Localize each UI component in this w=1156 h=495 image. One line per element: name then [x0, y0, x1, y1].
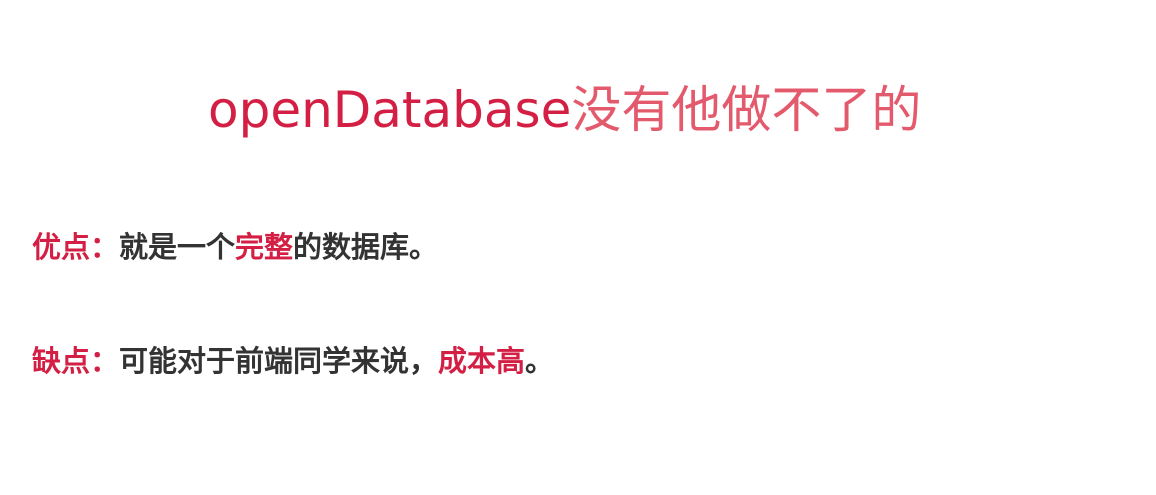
pros-line: 优点：就是一个完整的数据库。 [32, 227, 438, 267]
title-english: openDatabase [208, 81, 572, 139]
pros-text-after: 的数据库。 [293, 230, 439, 264]
cons-highlight: 成本高 [438, 344, 526, 378]
cons-line: 缺点：可能对于前端同学来说，成本高。 [32, 341, 554, 381]
slide-title: openDatabase没有他做不了的 [208, 70, 1108, 150]
cons-label: 缺点： [32, 344, 120, 378]
pros-label: 优点： [32, 230, 120, 264]
pros-highlight: 完整 [235, 230, 294, 264]
cons-text-after: 。 [525, 344, 555, 378]
pros-text-before: 就是一个 [119, 230, 236, 264]
slide: openDatabase没有他做不了的 优点：就是一个完整的数据库。 缺点：可能… [0, 0, 1156, 495]
title-chinese: 没有他做不了的 [571, 81, 922, 139]
cons-text-before: 可能对于前端同学来说， [119, 344, 439, 378]
